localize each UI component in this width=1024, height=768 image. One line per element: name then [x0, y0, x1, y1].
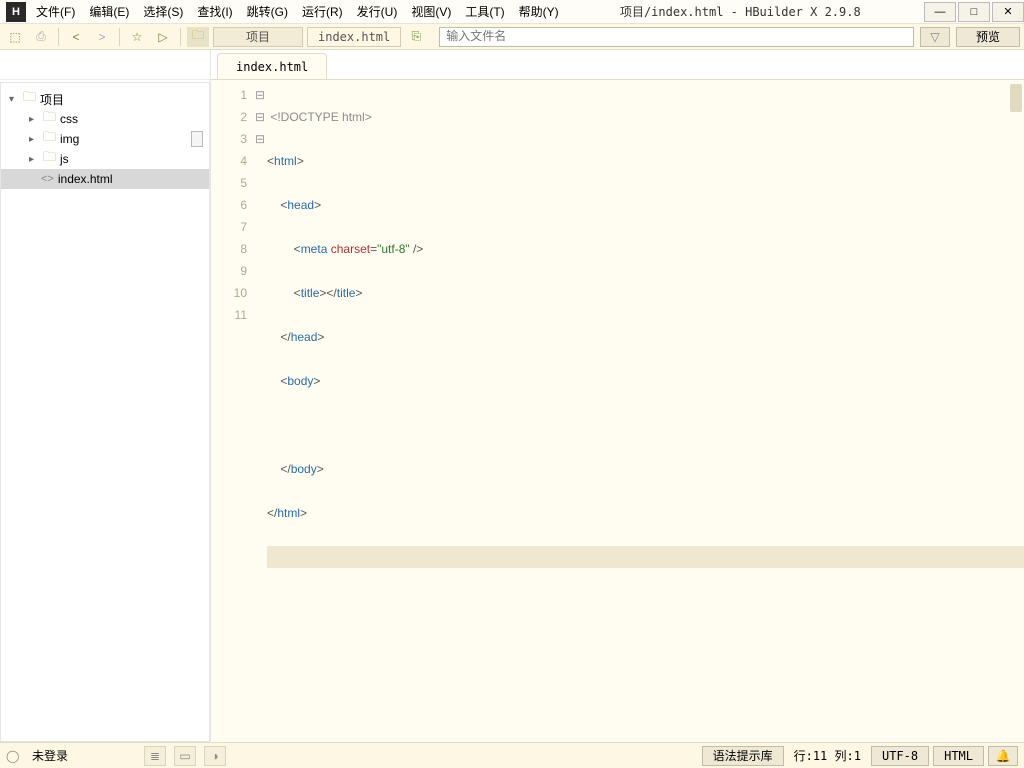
tree-label: index.html [58, 172, 113, 186]
cursor-position: 行:11 列:1 [788, 747, 867, 764]
tree-root[interactable]: ▾ 🗀 项目 [1, 89, 209, 109]
separator [119, 28, 120, 46]
scrollbar-thumb[interactable] [1010, 84, 1022, 112]
editor-area: index.html 1234567891011 ⊟⊟⊟ <!DOCTYPE h… [210, 50, 1024, 742]
separator [58, 28, 59, 46]
menu-help[interactable]: 帮助(Y) [519, 3, 559, 20]
app-icon: H [6, 2, 26, 22]
back-icon[interactable]: < [65, 27, 87, 47]
terminal-icon[interactable]: ▭ [174, 746, 196, 766]
tree-folder-img[interactable]: ▸ 🗀 img [1, 129, 209, 149]
maximize-button[interactable]: □ [958, 2, 990, 22]
close-button[interactable]: ✕ [992, 2, 1024, 22]
code-lines[interactable]: <!DOCTYPE html> <html> <head> <meta char… [267, 80, 1024, 742]
forward-icon[interactable]: > [91, 27, 113, 47]
menu-run[interactable]: 运行(R) [302, 3, 343, 20]
menu-goto[interactable]: 跳转(G) [247, 3, 288, 20]
file-tree: ▾ 🗀 项目 ▸ 🗀 css ▸ 🗀 img ▸ 🗀 js <> [0, 82, 210, 742]
menu-select[interactable]: 选择(S) [143, 3, 183, 20]
folder-icon: 🗀 [43, 128, 56, 150]
window-title: 项目/index.html - HBuilder X 2.9.8 [559, 3, 922, 20]
chevron-down-icon: ▾ [9, 94, 19, 105]
sidebar: ▾ 🗀 项目 ▸ 🗀 css ▸ 🗀 img ▸ 🗀 js <> [0, 50, 210, 742]
line-gutter: 1234567891011 [211, 80, 253, 742]
tabbar: index.html [211, 50, 1024, 80]
folder-icon: 🗀 [43, 148, 56, 170]
tree-label: css [60, 112, 78, 126]
tree-label: js [60, 152, 69, 166]
run-icon[interactable]: ▷ [152, 27, 174, 47]
tree-label: 项目 [40, 91, 64, 108]
locate-icon[interactable]: ⎘ [405, 27, 427, 47]
main: ▾ 🗀 项目 ▸ 🗀 css ▸ 🗀 img ▸ 🗀 js <> [0, 50, 1024, 742]
syntax-button[interactable]: 语法提示库 [702, 746, 784, 766]
sidebar-header [0, 50, 210, 80]
code-editor[interactable]: 1234567891011 ⊟⊟⊟ <!DOCTYPE html> <html>… [211, 80, 1024, 742]
folder-icon: 🗀 [43, 108, 56, 130]
separator [180, 28, 181, 46]
menu-find[interactable]: 查找(I) [197, 3, 232, 20]
breadcrumb-file[interactable]: index.html [307, 27, 401, 47]
statusbar: ◯ 未登录 ≣ ▭ ◑ 语法提示库 行:11 列:1 UTF-8 HTML 🔔 [0, 742, 1024, 768]
folder-icon[interactable]: 🗀 [187, 27, 209, 47]
chevron-right-icon: ▸ [29, 114, 39, 125]
titlebar: H 文件(F) 编辑(E) 选择(S) 查找(I) 跳转(G) 运行(R) 发行… [0, 0, 1024, 24]
palette-icon[interactable]: ◑ [204, 746, 226, 766]
chevron-right-icon: ▸ [29, 134, 39, 145]
language-button[interactable]: HTML [933, 746, 984, 766]
star-icon[interactable]: ☆ [126, 27, 148, 47]
login-status[interactable]: 未登录 [32, 747, 68, 764]
menu-tool[interactable]: 工具(T) [465, 3, 504, 20]
preview-button[interactable]: 预览 [956, 27, 1020, 47]
menu-edit[interactable]: 编辑(E) [89, 3, 129, 20]
file-icon: <> [41, 173, 54, 185]
folder-icon: 🗀 [23, 88, 36, 110]
menu-view[interactable]: 视图(V) [411, 3, 451, 20]
new-file-icon[interactable]: ⬚ [4, 27, 26, 47]
toolbar: ⬚ ⎙ < > ☆ ▷ 🗀 项目 index.html ⎘ ▽ 预览 [0, 24, 1024, 50]
menu-publish[interactable]: 发行(U) [357, 3, 398, 20]
user-icon[interactable]: ◯ [6, 749, 24, 763]
menubar: 文件(F) 编辑(E) 选择(S) 查找(I) 跳转(G) 运行(R) 发行(U… [32, 3, 559, 20]
save-icon[interactable]: ⎙ [30, 27, 52, 47]
search-input[interactable] [439, 27, 914, 47]
tree-folder-css[interactable]: ▸ 🗀 css [1, 109, 209, 129]
window-controls: — □ ✕ [922, 2, 1024, 22]
tree-label: img [60, 132, 79, 146]
scroll-thumb[interactable] [191, 131, 203, 147]
breadcrumb-project[interactable]: 项目 [213, 27, 303, 47]
tree-folder-js[interactable]: ▸ 🗀 js [1, 149, 209, 169]
minimize-button[interactable]: — [924, 2, 956, 22]
bell-icon[interactable]: 🔔 [988, 746, 1018, 766]
chevron-right-icon: ▸ [29, 154, 39, 165]
tree-file-index[interactable]: <> index.html [1, 169, 209, 189]
outline-icon[interactable]: ≣ [144, 746, 166, 766]
menu-file[interactable]: 文件(F) [36, 3, 75, 20]
encoding-button[interactable]: UTF-8 [871, 746, 929, 766]
tab-index[interactable]: index.html [217, 53, 327, 79]
filter-icon[interactable]: ▽ [920, 27, 950, 47]
fold-column: ⊟⊟⊟ [253, 80, 267, 742]
